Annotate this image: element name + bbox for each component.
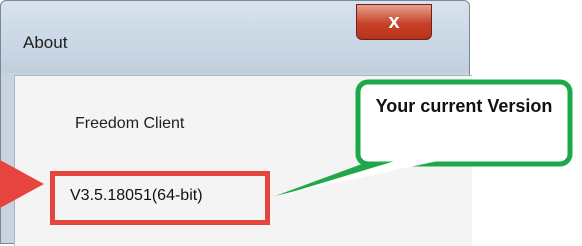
callout-text: Your current Version [375, 96, 553, 116]
callout-graphic [275, 79, 573, 196]
callout-box [355, 79, 573, 167]
